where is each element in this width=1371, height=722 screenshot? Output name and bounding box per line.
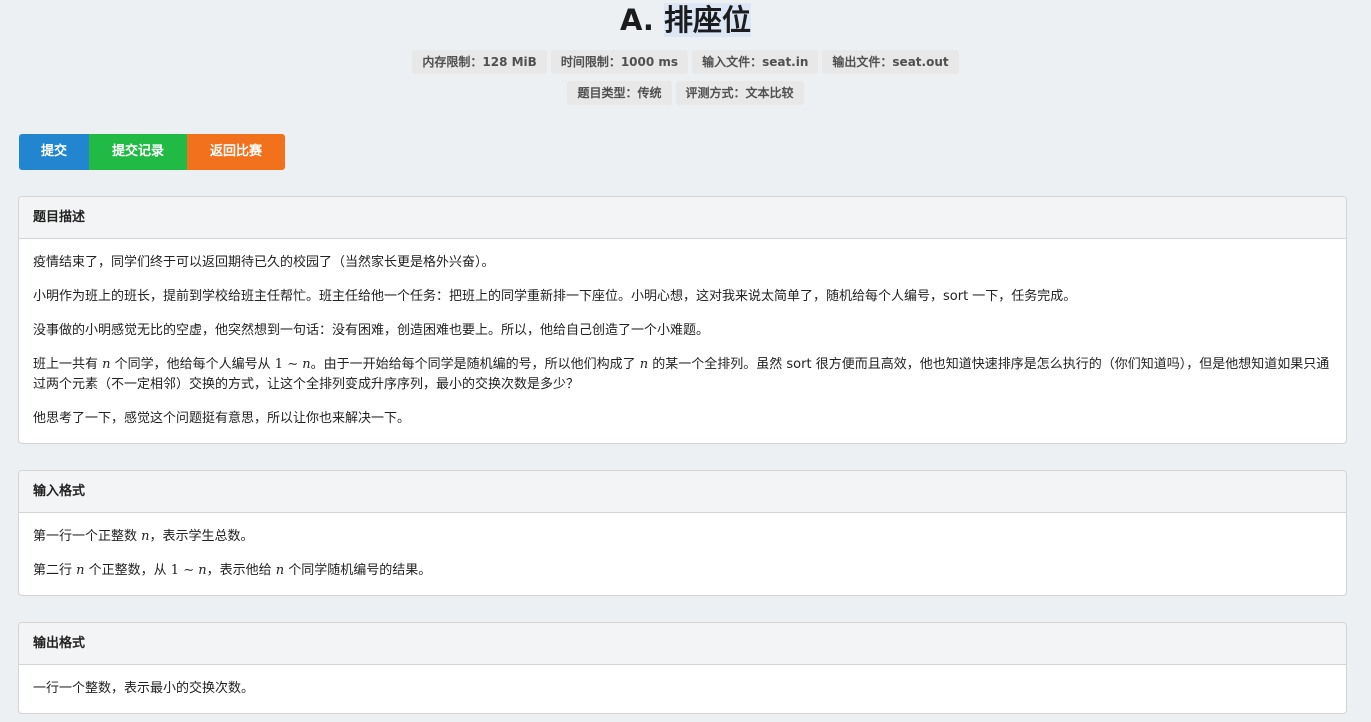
output-line: 一行一个整数，表示最小的交换次数。 [33,681,255,696]
math-one: 1 [274,357,284,372]
limits-row: 内存限制：128 MiB 时间限制：1000 ms 输入文件：seat.in 输… [0,50,1371,74]
problem-type-label: 题目类型：传统 [567,81,672,105]
description-paragraph: 他思考了一下，感觉这个问题挺有意思，所以让你也来解决一下。 [33,411,411,426]
judge-method-label: 评测方式：文本比较 [675,81,804,105]
math-n: n [302,357,311,372]
input-format-body: 第一行一个正整数 n，表示学生总数。 第二行 n 个正整数，从 1 ∼ n，表示… [19,513,1346,581]
output-format-header: 输出格式 [19,623,1346,665]
math-n: n [198,563,207,578]
math-n: n [639,357,649,372]
title-prefix: A. [619,3,654,37]
time-limit-label: 时间限制：1000 ms [550,50,689,74]
output-format-card: 输出格式 一行一个整数，表示最小的交换次数。 [18,622,1347,714]
description-header: 题目描述 [19,197,1346,239]
description-body: 疫情结束了，同学们终于可以返回期待已久的校园了（当然家长更是格外兴奋）。 小明作… [19,239,1346,429]
description-paragraph: 小明作为班上的班长，提前到学校给班主任帮忙。班主任给他一个任务：把班上的同学重新… [33,289,1077,304]
math-one: 1 [170,563,180,578]
math-n: n [76,563,85,578]
math-n: n [275,563,285,578]
back-to-contest-button[interactable]: 返回比赛 [187,134,285,170]
input-file-label: 输入文件：seat.in [692,50,819,74]
input-format-header: 输入格式 [19,471,1346,513]
title-name: 排座位 [664,3,752,37]
output-format-body: 一行一个整数，表示最小的交换次数。 [19,665,1346,699]
input-line: 第二行 n 个正整数，从 1 ∼ n，表示他给 n 个同学随机编号的结果。 [33,563,432,578]
math-n: n [102,357,111,372]
output-file-label: 输出文件：seat.out [822,50,959,74]
math-n: n [141,529,150,544]
type-row: 题目类型：传统 评测方式：文本比较 [0,81,1371,105]
description-card: 题目描述 疫情结束了，同学们终于可以返回期待已久的校园了（当然家长更是格外兴奋）… [18,196,1347,444]
action-buttons: 提交 提交记录 返回比赛 [19,134,285,170]
description-paragraph: 没事做的小明感觉无比的空虚，他突然想到一句话：没有困难，创造困难也要上。所以，他… [33,323,710,338]
input-format-card: 输入格式 第一行一个正整数 n，表示学生总数。 第二行 n 个正整数，从 1 ∼… [18,470,1347,596]
submission-records-button[interactable]: 提交记录 [89,134,187,170]
description-paragraph: 疫情结束了，同学们终于可以返回期待已久的校园了（当然家长更是格外兴奋）。 [33,255,495,270]
memory-limit-label: 内存限制：128 MiB [412,50,547,74]
description-paragraph: 班上一共有 n 个同学，他给每个人编号从 1 ∼ n。由于一开始给每个同学是随机… [33,357,1330,392]
submit-button[interactable]: 提交 [19,134,89,170]
page-title: A. 排座位 [0,2,1371,38]
input-line: 第一行一个正整数 n，表示学生总数。 [33,529,254,544]
